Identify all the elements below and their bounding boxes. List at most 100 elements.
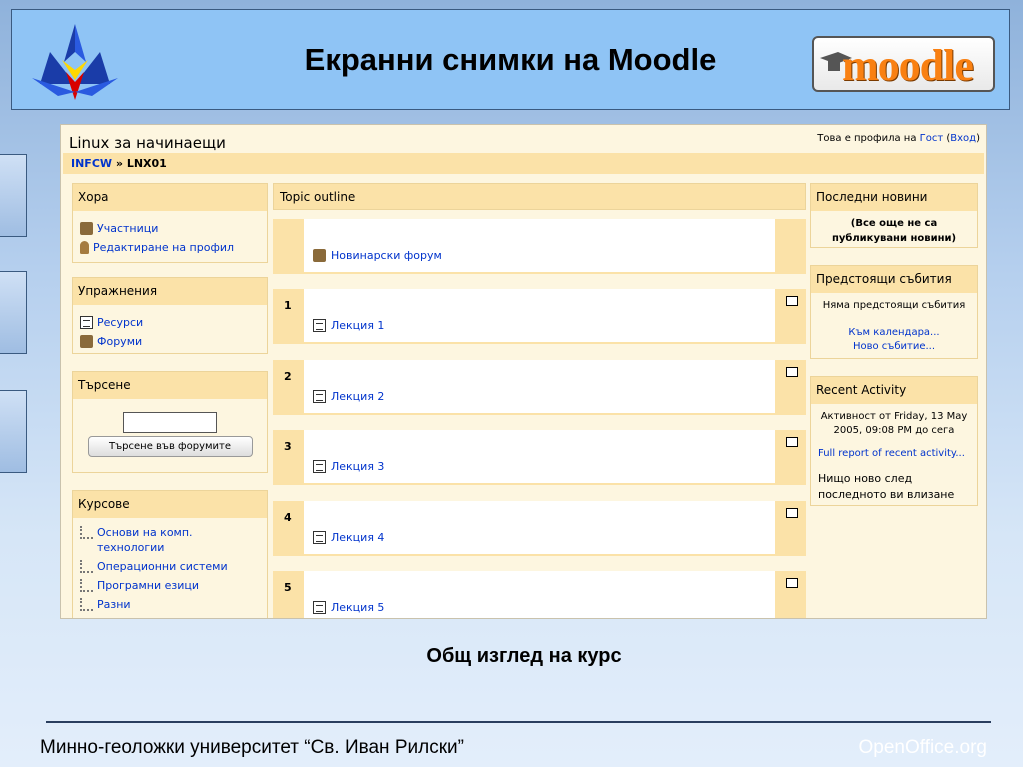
- course-label: Операционни системи: [97, 560, 228, 573]
- events-block: Предстоящи събития Няма предстоящи събит…: [810, 265, 978, 359]
- section-number: 2: [284, 370, 292, 383]
- moodle-logo-text: moodle: [842, 41, 974, 90]
- section-number: 3: [284, 440, 292, 453]
- slide-header: Екранни снимки на Moodle moodle: [11, 9, 1010, 110]
- side-tab-3: [0, 390, 27, 473]
- forums-label: Форуми: [97, 335, 143, 348]
- footer-divider: [46, 721, 991, 723]
- topic-outline-header: Topic outline: [273, 183, 806, 210]
- course-icon: [80, 560, 93, 573]
- person-icon: [80, 241, 89, 254]
- recent-activity-since: Активност от Friday, 13 May 2005, 09:08 …: [820, 411, 968, 436]
- calendar-link[interactable]: Към календара...: [818, 326, 970, 340]
- lecture-link[interactable]: Лекция 4: [313, 530, 384, 544]
- full-report-link[interactable]: Full report of recent activity...: [818, 447, 970, 461]
- document-icon: [313, 319, 326, 332]
- profile-info: Това е профила на Гост (Вход): [817, 133, 980, 144]
- search-input[interactable]: [123, 412, 217, 433]
- course-item[interactable]: Програмни езици: [80, 578, 260, 593]
- forum-icon: [313, 249, 326, 262]
- lecture-link[interactable]: Лекция 5: [313, 600, 384, 614]
- new-event-link[interactable]: Ново събитие...: [818, 340, 970, 354]
- footer-university: Минно-геоложки университет “Св. Иван Рил…: [40, 737, 464, 758]
- news-block: Последни новини (Все още не са публикува…: [810, 183, 978, 248]
- slide-caption: Общ изглед на курс: [426, 645, 622, 667]
- lecture-label: Лекция 3: [331, 459, 385, 473]
- lecture-label: Лекция 1: [331, 318, 385, 332]
- topic-section-0: Новинарски форум: [273, 219, 806, 274]
- activities-block: Упражнения Ресурси Форуми: [72, 277, 268, 354]
- side-tab-2: [0, 271, 27, 354]
- resources-link[interactable]: Ресурси: [80, 315, 260, 330]
- course-title: Linux за начинаещи: [69, 134, 226, 152]
- document-icon: [80, 316, 93, 329]
- section-show-only-icon[interactable]: [786, 367, 798, 377]
- news-empty-text: (Все още не са публикувани новини): [831, 218, 957, 244]
- events-block-title: Предстоящи събития: [811, 266, 977, 293]
- news-forum-link[interactable]: Новинарски форум: [313, 248, 442, 262]
- footer-openoffice: OpenOffice.org: [858, 737, 987, 758]
- search-forums-button[interactable]: Търсене във форумите: [87, 436, 253, 457]
- lecture-label: Лекция 4: [331, 530, 385, 544]
- course-item[interactable]: Операционни системи: [80, 559, 260, 574]
- login-link[interactable]: Вход: [950, 133, 976, 144]
- participants-label: Участници: [97, 222, 159, 235]
- document-icon: [313, 531, 326, 544]
- people-block: Хора Участници Редактиране на профил: [72, 183, 268, 263]
- topic-section: 5 Лекция 5: [273, 571, 806, 618]
- moodle-logo: moodle: [812, 36, 995, 92]
- resources-label: Ресурси: [97, 316, 144, 329]
- lecture-link[interactable]: Лекция 2: [313, 389, 384, 403]
- lecture-link[interactable]: Лекция 1: [313, 318, 384, 332]
- topic-section: 3 Лекция 3: [273, 430, 806, 485]
- course-icon: [80, 526, 93, 539]
- course-icon: [80, 579, 93, 592]
- news-forum-label: Новинарски форум: [331, 248, 442, 262]
- document-icon: [313, 460, 326, 473]
- course-label: Разни: [97, 598, 131, 611]
- search-block: Търсене Търсене във форумите: [72, 371, 268, 473]
- section-show-only-icon[interactable]: [786, 437, 798, 447]
- courses-block-title: Курсове: [73, 491, 267, 518]
- people-block-title: Хора: [73, 184, 267, 211]
- breadcrumb-root[interactable]: INFCW: [71, 157, 112, 170]
- section-show-only-icon[interactable]: [786, 296, 798, 306]
- course-item[interactable]: Основи на комп. технологии: [80, 525, 260, 555]
- nothing-new-text: Нищо ново след последното ви влизане: [818, 472, 955, 501]
- moodle-screenshot: Linux за начинаещи Това е профила на Гос…: [60, 124, 987, 619]
- edit-profile-link[interactable]: Редактиране на профил: [80, 240, 260, 255]
- edit-profile-label: Редактиране на профил: [93, 241, 235, 254]
- courses-block: Курсове Основи на комп. технологии Опера…: [72, 490, 268, 618]
- people-icon: [80, 222, 93, 235]
- forum-icon: [80, 335, 93, 348]
- document-icon: [313, 390, 326, 403]
- section-number: 4: [284, 511, 292, 524]
- side-tab-1: [0, 154, 27, 237]
- topic-section: 2 Лекция 2: [273, 360, 806, 415]
- course-label: Основи на комп. технологии: [97, 526, 193, 554]
- forums-link[interactable]: Форуми: [80, 334, 260, 349]
- lecture-link[interactable]: Лекция 3: [313, 459, 384, 473]
- course-label: Програмни езици: [97, 579, 200, 592]
- course-icon: [80, 598, 93, 611]
- course-item[interactable]: Разни: [80, 597, 260, 612]
- breadcrumb-current: LNX01: [126, 157, 167, 170]
- participants-link[interactable]: Участници: [80, 221, 260, 236]
- topic-section: 4 Лекция 4: [273, 501, 806, 556]
- lecture-label: Лекция 5: [331, 600, 385, 614]
- topic-section: 1 Лекция 1: [273, 289, 806, 344]
- profile-user-link[interactable]: Гост: [920, 133, 944, 144]
- section-number: 5: [284, 581, 292, 594]
- section-number: 1: [284, 299, 292, 312]
- news-block-title: Последни новини: [811, 184, 977, 211]
- section-show-only-icon[interactable]: [786, 578, 798, 588]
- recent-activity-block: Recent Activity Активност от Friday, 13 …: [810, 376, 978, 506]
- activities-block-title: Упражнения: [73, 278, 267, 305]
- breadcrumb: INFCW » LNX01: [63, 153, 984, 174]
- breadcrumb-separator: »: [115, 157, 123, 170]
- section-show-only-icon[interactable]: [786, 508, 798, 518]
- document-icon: [313, 601, 326, 614]
- search-block-title: Търсене: [73, 372, 267, 399]
- events-empty-text: Няма предстоящи събития: [822, 300, 966, 311]
- recent-activity-title: Recent Activity: [811, 377, 977, 404]
